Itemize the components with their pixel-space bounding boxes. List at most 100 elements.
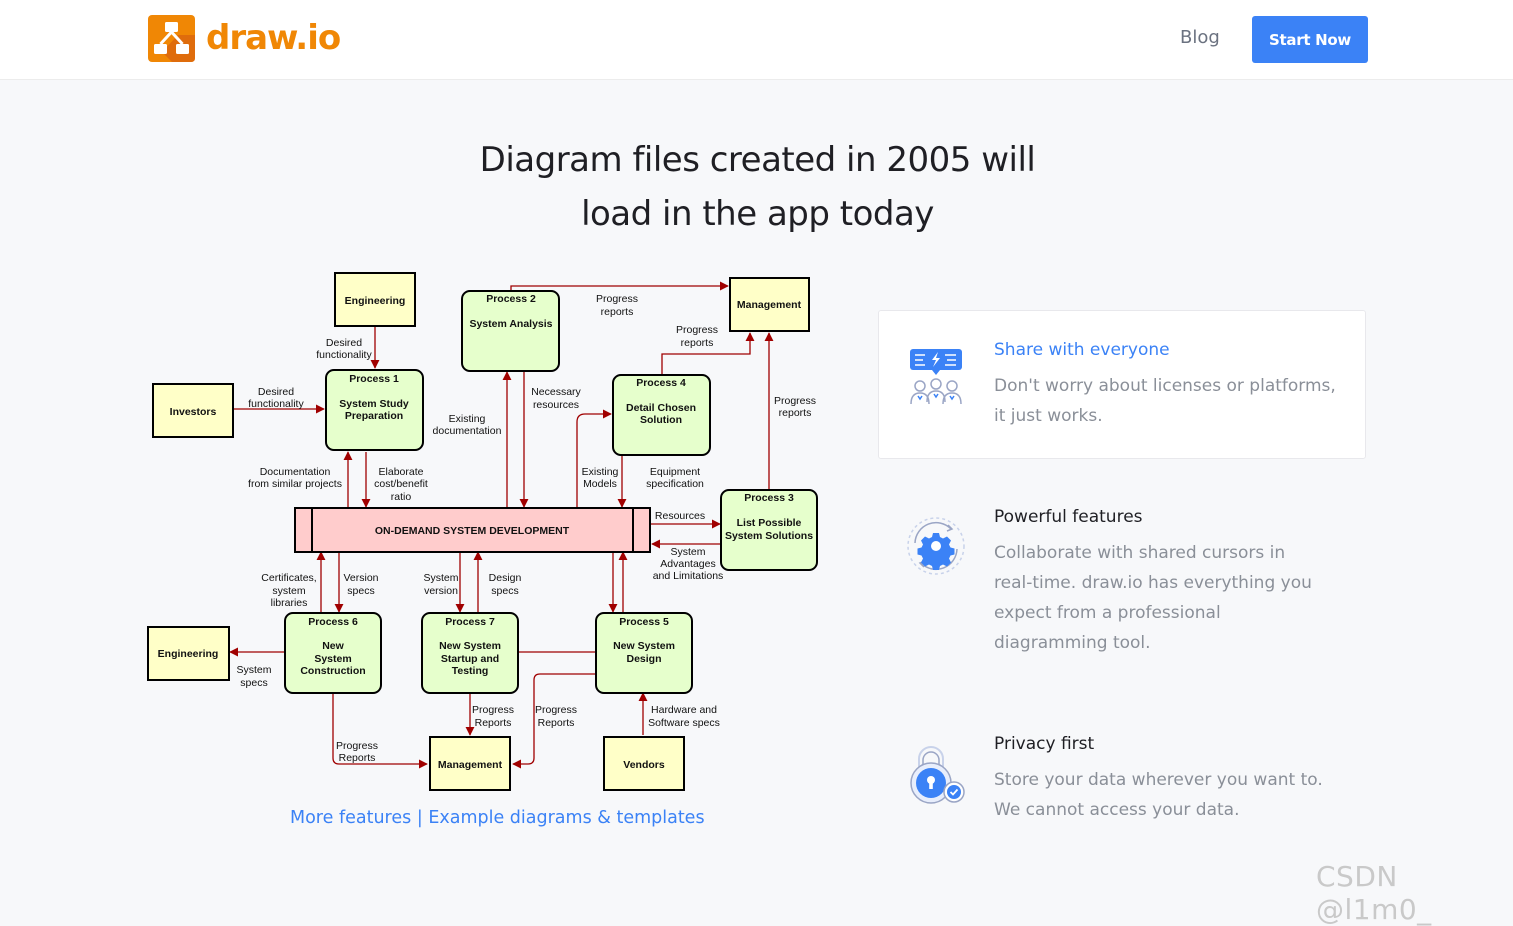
edge-label: Equipment bbox=[650, 466, 700, 478]
edge-label: resources bbox=[533, 399, 579, 411]
edge-p2-mgmt bbox=[510, 281, 729, 291]
entity-label: Management bbox=[438, 759, 503, 771]
process-6: Process 6 New System Construction bbox=[284, 612, 382, 694]
edge-central-p4 bbox=[576, 409, 612, 507]
feature-desc-powerful: Collaborate with shared cursors in real-… bbox=[994, 538, 1312, 658]
entity-vendors: Vendors bbox=[603, 736, 685, 791]
edge-label: ratio bbox=[391, 491, 412, 503]
process-label: System Analysis bbox=[469, 318, 552, 330]
process-3: Process 3 List Possible System Solutions bbox=[720, 489, 818, 571]
edge-label: version bbox=[424, 585, 458, 597]
process-number: Process 3 bbox=[744, 492, 794, 504]
share-icon bbox=[910, 349, 962, 405]
hero-headline-line2: load in the app today bbox=[581, 194, 934, 234]
entity-label: Investors bbox=[170, 406, 217, 418]
process-label: System Solutions bbox=[725, 530, 813, 542]
feature-desc-line: We cannot access your data. bbox=[994, 800, 1240, 820]
edge-label: Progress bbox=[336, 740, 378, 752]
edge-label: Software specs bbox=[648, 717, 720, 729]
process-5: Process 5 New System Design bbox=[595, 612, 693, 694]
process-4: Process 4 Detail Chosen Solution bbox=[612, 374, 711, 456]
edge-label: Progress bbox=[774, 395, 816, 407]
diagram-links: More features | Example diagrams & templ… bbox=[290, 808, 705, 828]
edge-label: Progress bbox=[472, 704, 514, 716]
process-7: Process 7 New System Startup and Testing bbox=[421, 612, 519, 694]
edge-label: Advantages bbox=[660, 558, 715, 570]
process-number: Process 6 bbox=[308, 616, 358, 628]
entity-management-top: Management bbox=[729, 277, 810, 332]
edge-label: libraries bbox=[271, 597, 308, 609]
feature-desc-share: Don't worry about licenses or platforms,… bbox=[994, 371, 1336, 431]
edge-label: system bbox=[272, 585, 306, 597]
edge-label: functionality bbox=[248, 398, 304, 410]
edge-label: Documentation bbox=[260, 466, 331, 478]
example-diagrams-link[interactable]: Example diagrams & templates bbox=[428, 808, 704, 828]
feature-desc-line: it just works. bbox=[994, 406, 1103, 426]
process-label: Startup and bbox=[441, 653, 499, 665]
process-label: New bbox=[322, 640, 344, 652]
feature-powerful: Powerful features Collaborate with share… bbox=[878, 497, 1366, 667]
edge-label: specification bbox=[646, 478, 704, 490]
feature-desc-line: Don't worry about licenses or platforms, bbox=[994, 376, 1336, 396]
edge-label: Necessary bbox=[531, 386, 581, 398]
blog-link[interactable]: Blog bbox=[1180, 27, 1220, 48]
feature-title-powerful: Powerful features bbox=[994, 507, 1143, 527]
central-process-bar: ON-DEMAND SYSTEM DEVELOPMENT bbox=[294, 507, 651, 553]
process-label: Design bbox=[626, 653, 661, 665]
hero-headline: Diagram files created in 2005 will load … bbox=[380, 133, 1135, 241]
process-2: Process 2 System Analysis bbox=[461, 290, 560, 372]
edge-label: specs bbox=[347, 585, 374, 597]
edge-label: Elaborate bbox=[379, 466, 424, 478]
edge-label: specs bbox=[240, 677, 267, 689]
edge-label: Design bbox=[489, 572, 522, 584]
link-separator: | bbox=[416, 808, 423, 828]
entity-engineering-bottom: Engineering bbox=[147, 626, 230, 681]
process-label: New System bbox=[613, 640, 675, 652]
edge-label: Progress bbox=[676, 324, 718, 336]
process-number: Process 7 bbox=[445, 616, 495, 628]
brand-name: draw.io bbox=[206, 18, 341, 58]
edge-label: Desired bbox=[258, 386, 294, 398]
top-navigation-bar: draw.io Blog Start Now bbox=[0, 0, 1513, 80]
drawio-logo[interactable]: draw.io bbox=[148, 15, 341, 62]
process-number: Process 5 bbox=[619, 616, 669, 628]
feature-desc-line: real-time. draw.io has everything you bbox=[994, 573, 1312, 593]
edge-label: reports bbox=[601, 306, 634, 318]
feature-desc-privacy: Store your data wherever you want to. We… bbox=[994, 765, 1323, 825]
edge-label: Certificates, bbox=[261, 572, 316, 584]
edge-label: Models bbox=[583, 478, 617, 490]
feature-desc-line: expect from a professional bbox=[994, 603, 1221, 623]
process-label: Testing bbox=[452, 665, 489, 677]
process-number: Process 1 bbox=[349, 373, 399, 385]
edge-label: reports bbox=[681, 337, 714, 349]
entity-investors: Investors bbox=[152, 383, 234, 438]
edge-label: from similar projects bbox=[248, 478, 342, 490]
entity-engineering-top: Engineering bbox=[334, 272, 416, 327]
lock-icon bbox=[910, 746, 965, 804]
feature-title-privacy: Privacy first bbox=[994, 734, 1095, 754]
process-label: New System bbox=[439, 640, 501, 652]
drawio-logo-icon bbox=[148, 15, 195, 62]
edge-label: Existing bbox=[582, 466, 619, 478]
start-now-button[interactable]: Start Now bbox=[1252, 16, 1368, 63]
feature-desc-line: diagramming tool. bbox=[994, 633, 1151, 653]
central-label: ON-DEMAND SYSTEM DEVELOPMENT bbox=[375, 525, 570, 537]
edge-label: Reports bbox=[339, 752, 376, 764]
more-features-link[interactable]: More features bbox=[290, 808, 411, 828]
edge-label: Reports bbox=[538, 717, 575, 729]
edge-label: Resources bbox=[655, 510, 705, 522]
process-label: Construction bbox=[300, 665, 365, 677]
process-label: System bbox=[314, 653, 351, 665]
feature-desc-line: Collaborate with shared cursors in bbox=[994, 543, 1286, 563]
hero-headline-line1: Diagram files created in 2005 will bbox=[479, 140, 1036, 180]
process-number: Process 2 bbox=[486, 293, 536, 305]
edge-label: System bbox=[670, 546, 705, 558]
process-label: System Study bbox=[339, 398, 409, 410]
edge-label: cost/benefit bbox=[374, 478, 428, 490]
csdn-watermark: CSDN @l1m0_ bbox=[1316, 860, 1432, 926]
feature-desc-line: Store your data wherever you want to. bbox=[994, 770, 1323, 790]
process-label: Detail Chosen bbox=[626, 402, 696, 414]
feature-privacy: Privacy first Store your data wherever y… bbox=[878, 724, 1366, 834]
edge-label: Desired bbox=[326, 337, 362, 349]
gear-icon bbox=[907, 517, 965, 575]
